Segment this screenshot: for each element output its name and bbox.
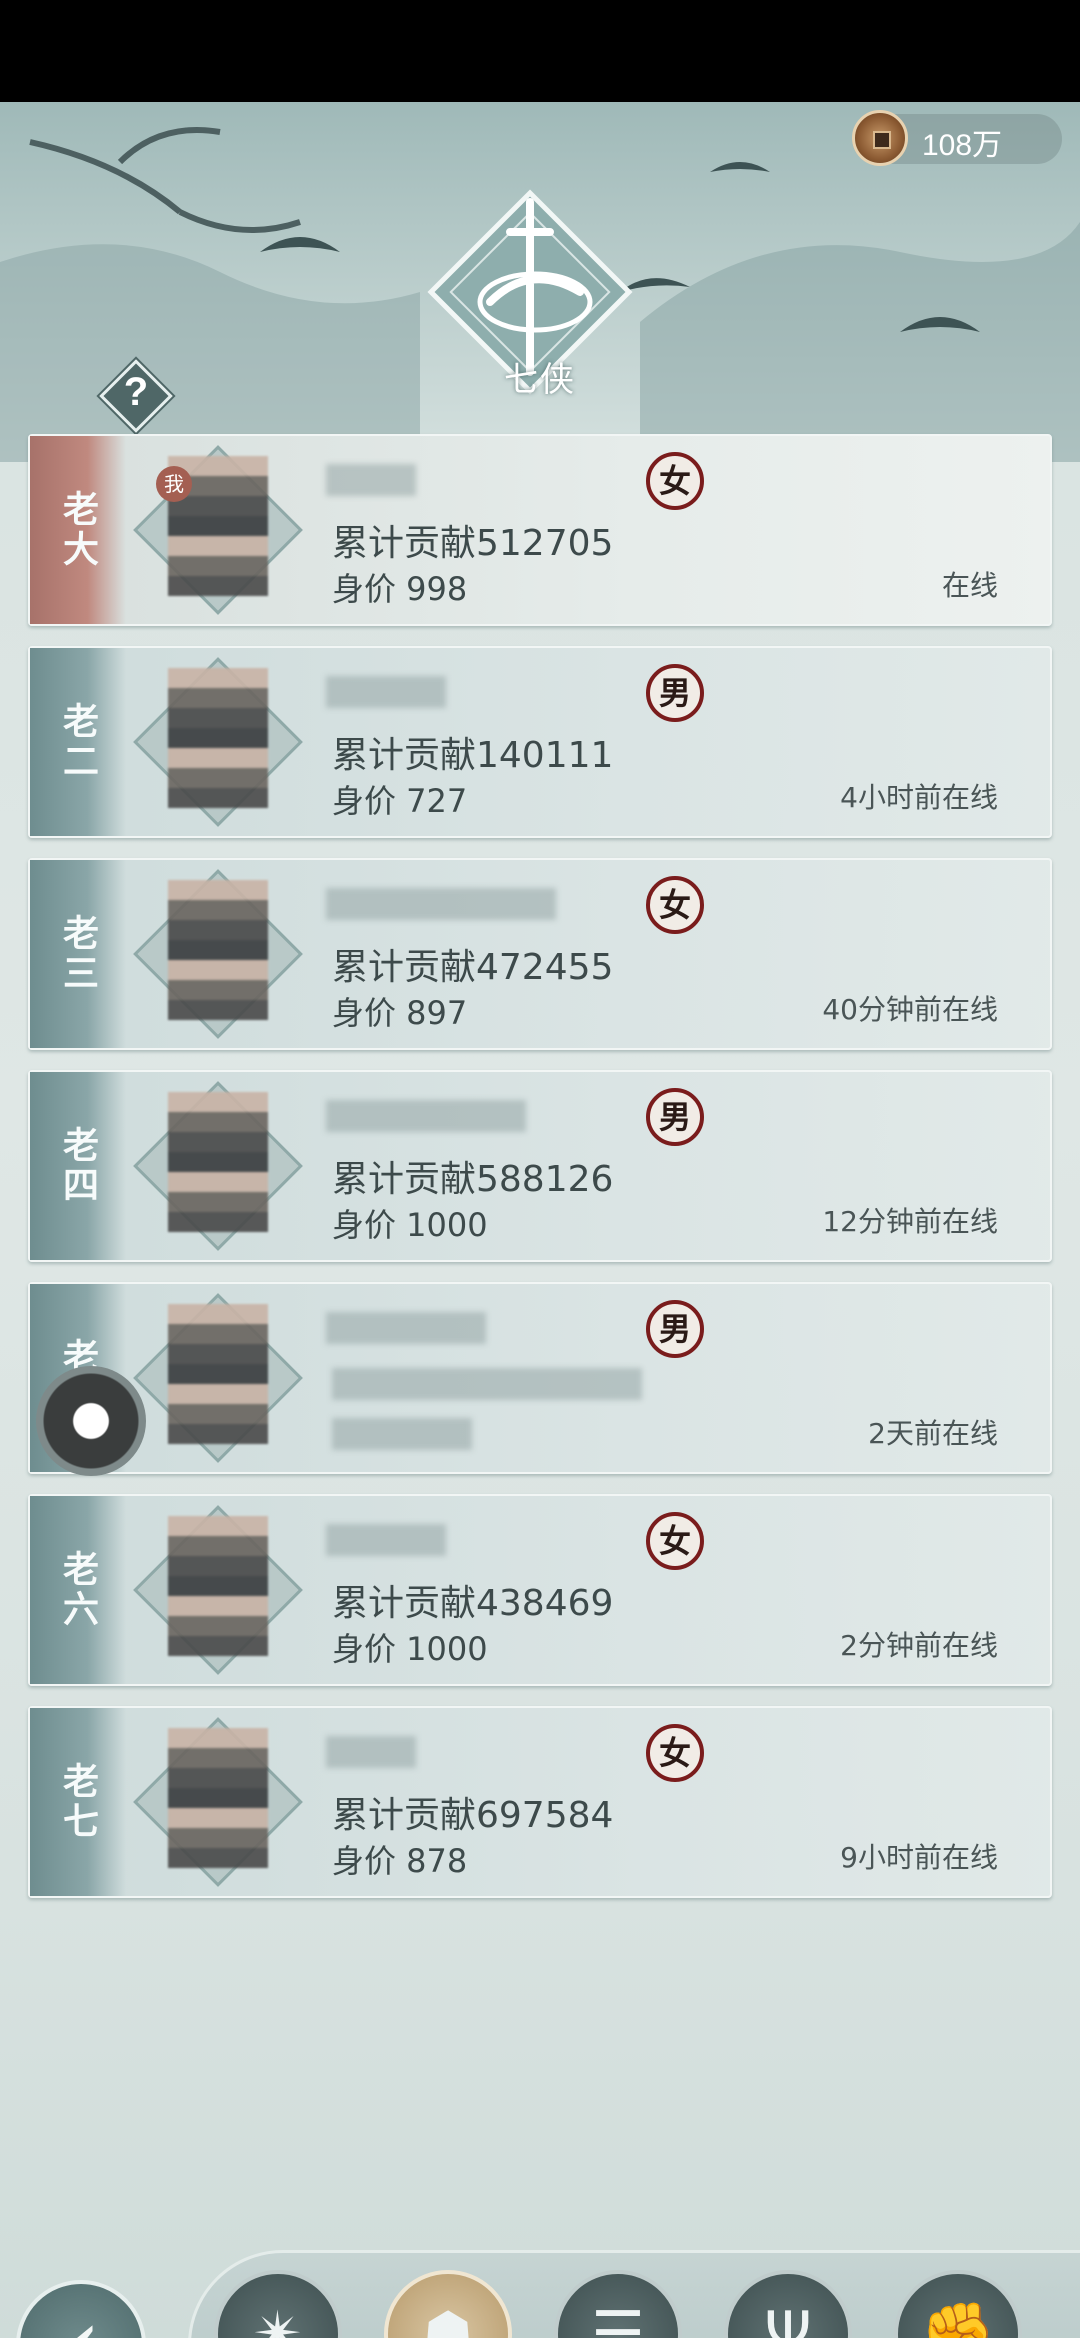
member-name-redacted: [326, 1736, 416, 1768]
member-contribution: 累计贡献472455: [332, 947, 614, 988]
member-card[interactable]: 老三 女 累计贡献472455 身价 897 40分钟前在线: [28, 858, 1052, 1050]
member-card[interactable]: 老四 男 累计贡献588126 身价 1000 12分钟前在线: [28, 1070, 1052, 1262]
nav-item-interact[interactable]: Ψ 交互: [718, 2270, 858, 2338]
currency-amount: 108万: [922, 129, 1003, 162]
avatar: [168, 1728, 268, 1868]
member-online-status: 在线: [941, 569, 998, 602]
member-contribution: 累计贡献438469: [332, 1583, 614, 1624]
avatar: [168, 668, 268, 808]
bottom-nav-bar: ‹ ✴ 管理 ☗ 成员 ☰ 战绩 Ψ 交互 ✊ 讨教: [0, 2250, 1080, 2338]
back-button[interactable]: ‹: [16, 2280, 146, 2338]
status-bar: [0, 0, 1080, 102]
member-online-status: 2天前在线: [868, 1417, 998, 1450]
member-card[interactable]: 老七 女 累计贡献697584 身价 878 9小时前在线: [28, 1706, 1052, 1898]
help-label: ?: [123, 370, 149, 414]
member-card[interactable]: 老大 我 女 累计贡献512705 身价 998 在线: [28, 434, 1052, 626]
avatar: [168, 1304, 268, 1444]
gender-badge: 男: [646, 664, 704, 722]
scroll-icon: ☰: [554, 2270, 682, 2338]
member-rank: 老二: [30, 648, 126, 836]
people-icon: ☗: [384, 2270, 512, 2338]
member-contribution: 累计贡献697584: [332, 1795, 614, 1836]
member-contribution: 累计贡献140111: [332, 735, 614, 776]
member-worth: 身价 897: [332, 994, 468, 1032]
back-arrow-icon: ‹: [44, 2292, 124, 2338]
member-worth: 身价 1000: [332, 1206, 488, 1244]
member-card[interactable]: 老五 男 2天前在线: [28, 1282, 1052, 1474]
member-name-redacted: [326, 676, 446, 708]
member-online-status: 40分钟前在线: [822, 993, 998, 1026]
member-online-status: 9小时前在线: [840, 1841, 998, 1874]
member-rank: 老大: [30, 436, 126, 624]
currency-display[interactable]: 108万: [852, 110, 1062, 166]
member-worth: 身价 878: [332, 1842, 468, 1880]
member-rank: 老四: [30, 1072, 126, 1260]
chat-bubble-icon[interactable]: [36, 1366, 146, 1476]
copper-coin-icon: [852, 110, 908, 166]
member-contribution: 累计贡献512705: [332, 523, 614, 564]
member-rank: 老三: [30, 860, 126, 1048]
member-name-redacted: [326, 464, 416, 496]
gender-badge: 女: [646, 1724, 704, 1782]
nav-item-manage[interactable]: ✴ 管理: [208, 2270, 348, 2338]
gender-badge: 女: [646, 452, 704, 510]
member-rank: 老六: [30, 1496, 126, 1684]
member-name-redacted: [326, 1100, 526, 1132]
member-online-status: 4小时前在线: [840, 781, 998, 814]
member-worth-redacted: [332, 1418, 472, 1450]
member-worth: 身价 727: [332, 782, 468, 820]
help-button[interactable]: ?: [99, 359, 173, 433]
nav-item-members[interactable]: ☗ 成员: [378, 2270, 518, 2338]
member-contribution-redacted: [332, 1368, 642, 1400]
guild-members-screen: 108万 七侠 ? 老大 我 女 累计贡献512705 身价 998 在线 老二: [0, 102, 1080, 2338]
member-card[interactable]: 老六 女 累计贡献438469 身价 1000 2分钟前在线: [28, 1494, 1052, 1686]
member-worth: 身价 998: [332, 570, 468, 608]
nav-item-records[interactable]: ☰ 战绩: [548, 2270, 688, 2338]
gender-badge: 女: [646, 1512, 704, 1570]
gender-badge: 女: [646, 876, 704, 934]
member-online-status: 2分钟前在线: [840, 1629, 998, 1662]
member-rank: 老七: [30, 1708, 126, 1896]
me-badge: 我: [156, 466, 192, 502]
member-name-redacted: [326, 1312, 486, 1344]
member-online-status: 12分钟前在线: [822, 1205, 998, 1238]
gender-badge: 男: [646, 1300, 704, 1358]
member-worth: 身价 1000: [332, 1630, 488, 1668]
member-card[interactable]: 老二 男 累计贡献140111 身价 727 4小时前在线: [28, 646, 1052, 838]
avatar: [168, 880, 268, 1020]
member-name-redacted: [326, 1524, 446, 1556]
fist-icon: ✊: [894, 2270, 1022, 2338]
member-contribution: 累计贡献588126: [332, 1159, 614, 1200]
avatar: [168, 1092, 268, 1232]
shuriken-icon: ✴: [214, 2270, 342, 2338]
trident-icon: Ψ: [724, 2270, 852, 2338]
avatar: [168, 1516, 268, 1656]
member-name-redacted: [326, 888, 556, 920]
nav-item-spar[interactable]: ✊ 讨教: [888, 2270, 1028, 2338]
gender-badge: 男: [646, 1088, 704, 1146]
